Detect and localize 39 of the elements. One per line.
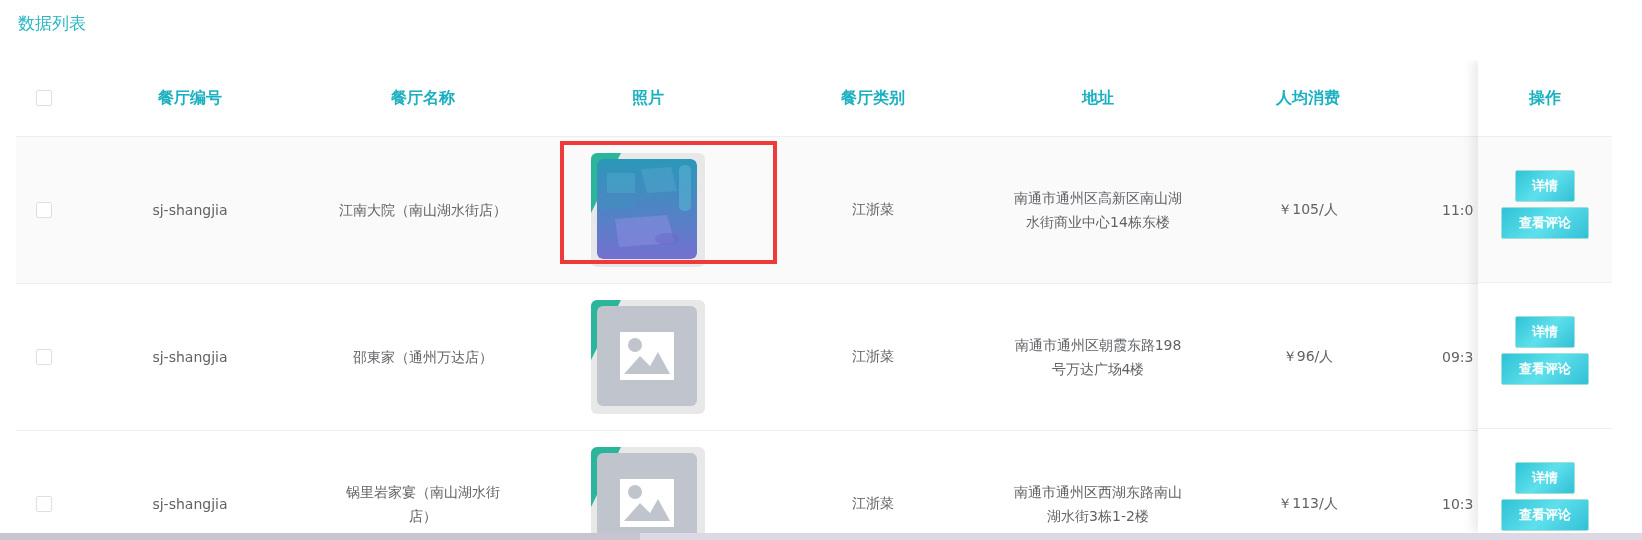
table-cell: sj-shangjia: [152, 496, 228, 512]
row-checkbox[interactable]: [36, 202, 52, 218]
row-checkbox[interactable]: [36, 496, 52, 512]
image-placeholder-icon: [620, 332, 674, 380]
table-cell: 10:3: [1442, 496, 1474, 512]
column-header: 地址: [1082, 87, 1114, 109]
table-cell: 江浙菜: [852, 495, 894, 513]
section-title: 数据列表: [18, 12, 86, 35]
row-checkbox[interactable]: [36, 349, 52, 365]
column-header: 操作: [1529, 87, 1561, 109]
details-button[interactable]: 详情: [1515, 316, 1575, 348]
table-cell: 09:3: [1442, 349, 1474, 365]
table-cell: sj-shangjia: [152, 202, 228, 218]
details-button[interactable]: 详情: [1515, 170, 1575, 202]
view-reviews-button[interactable]: 查看评论: [1501, 207, 1589, 239]
table-cell: 11:0: [1442, 202, 1474, 218]
table-cell: sj-shangjia: [152, 349, 228, 365]
column-header: 餐厅类别: [841, 87, 905, 109]
column-header: 餐厅名称: [391, 87, 455, 109]
column-header: 人均消费: [1276, 87, 1340, 109]
table-cell-text: 南通市通州区高新区南山湖水街商业中心14栋东楼: [1013, 189, 1183, 232]
table-cell: 江浙菜: [852, 201, 894, 219]
table-cell-text: 江南大院（南山湖水街店）: [339, 201, 507, 220]
horizontal-scrollbar[interactable]: [0, 533, 1642, 540]
view-reviews-button[interactable]: 查看评论: [1501, 353, 1589, 385]
table-cell: ￥96/人: [1282, 348, 1334, 366]
table-cell-text: 南通市通州区朝霞东路198号万达广场4楼: [1013, 336, 1183, 379]
column-header: 照片: [632, 87, 664, 109]
table-cell: 江浙菜: [852, 348, 894, 366]
table-cell-text: 邵東家（通州万达店）: [353, 348, 493, 367]
table-cell: ￥105/人: [1278, 201, 1338, 219]
table-cell-text: 锅里岩家宴（南山湖水街店）: [345, 483, 501, 526]
image-placeholder-icon: [620, 479, 674, 527]
table-cell: ￥113/人: [1278, 495, 1338, 513]
view-reviews-button[interactable]: 查看评论: [1501, 499, 1589, 531]
select-all-checkbox[interactable]: [36, 90, 52, 106]
table-cell-text: 南通市通州区西湖东路南山湖水街3栋1-2楼: [1013, 483, 1183, 526]
column-header: 餐厅编号: [158, 87, 222, 109]
details-button[interactable]: 详情: [1515, 462, 1575, 494]
